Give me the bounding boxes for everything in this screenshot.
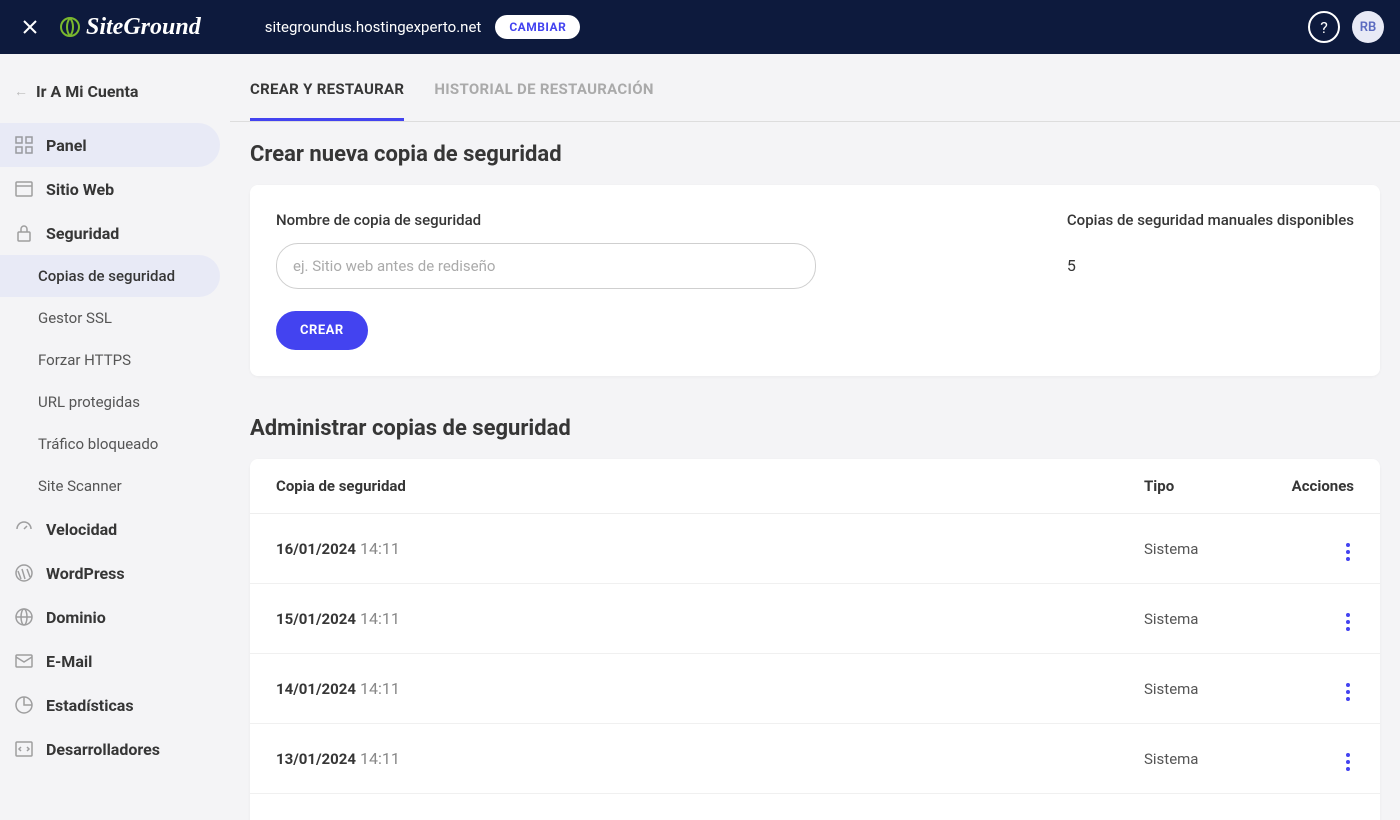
nav-label: Sitio Web — [46, 180, 114, 199]
grid-icon — [14, 135, 34, 155]
create-section-title: Crear nueva copia de seguridad — [250, 142, 1380, 167]
speed-icon — [14, 519, 34, 539]
more-actions-icon[interactable] — [1342, 609, 1354, 635]
backup-date: 13/01/2024 — [276, 750, 356, 768]
stats-icon — [14, 695, 34, 715]
table-row: 14/01/202414:11 Sistema — [250, 654, 1380, 724]
arrow-left-icon: ← — [14, 83, 28, 100]
sidebar: ← Ir A Mi Cuenta Panel Sitio Web Segurid… — [0, 54, 230, 820]
table-row: 13/01/202414:11 Sistema — [250, 724, 1380, 794]
nav-label: Desarrolladores — [46, 740, 160, 759]
avatar[interactable]: RB — [1352, 11, 1384, 43]
sidebar-sub-gestor-ssl[interactable]: Gestor SSL — [0, 297, 220, 339]
more-actions-icon[interactable] — [1342, 539, 1354, 565]
table-row: 16/01/202414:11 Sistema — [250, 514, 1380, 584]
table-header: Copia de seguridad Tipo Acciones — [250, 459, 1380, 514]
nav-label: Dominio — [46, 608, 106, 627]
table-row: 12/01/202414:11Sistema — [250, 794, 1380, 820]
backup-name-label: Nombre de copia de seguridad — [276, 211, 1007, 229]
backup-type: Sistema — [1144, 750, 1264, 768]
backup-type: Sistema — [1144, 610, 1264, 628]
sidebar-sub-forzar-https[interactable]: Forzar HTTPS — [0, 339, 220, 381]
sidebar-item-email[interactable]: E-Mail — [0, 639, 220, 683]
back-label: Ir A Mi Cuenta — [36, 82, 138, 101]
more-actions-icon[interactable] — [1342, 679, 1354, 705]
nav-label: Estadísticas — [46, 696, 134, 715]
backup-type: Sistema — [1144, 540, 1264, 558]
sidebar-item-desarrolladores[interactable]: Desarrolladores — [0, 727, 220, 771]
sidebar-sub-trafico-bloqueado[interactable]: Tráfico bloqueado — [0, 423, 220, 465]
nav-label: WordPress — [46, 564, 125, 583]
backup-time: 14:11 — [360, 679, 400, 698]
available-backups-label: Copias de seguridad manuales disponibles — [1067, 211, 1354, 229]
sidebar-sub-site-scanner[interactable]: Site Scanner — [0, 465, 220, 507]
change-site-button[interactable]: CAMBIAR — [495, 15, 580, 39]
sidebar-sub-copias[interactable]: Copias de seguridad — [0, 255, 220, 297]
back-to-account-link[interactable]: ← Ir A Mi Cuenta — [0, 74, 230, 109]
tabs: CREAR Y RESTAURAR HISTORIAL DE RESTAURAC… — [230, 58, 1400, 122]
sidebar-item-dominio[interactable]: Dominio — [0, 595, 220, 639]
col-type-header: Tipo — [1144, 477, 1264, 495]
tab-create-restore[interactable]: CREAR Y RESTAURAR — [250, 58, 404, 121]
sidebar-item-estadisticas[interactable]: Estadísticas — [0, 683, 220, 727]
backup-time: 14:11 — [360, 749, 400, 768]
more-actions-icon[interactable] — [1342, 749, 1354, 775]
sidebar-item-wordpress[interactable]: WordPress — [0, 551, 220, 595]
col-actions-header: Acciones — [1264, 477, 1354, 495]
nav-label: E-Mail — [46, 652, 92, 671]
browser-icon — [14, 179, 34, 199]
sidebar-item-seguridad[interactable]: Seguridad — [0, 211, 220, 255]
backup-time: 14:11 — [360, 609, 400, 628]
backup-date: 15/01/2024 — [276, 610, 356, 628]
col-backup-header: Copia de seguridad — [276, 477, 1144, 495]
table-row: 15/01/202414:11 Sistema — [250, 584, 1380, 654]
wordpress-icon — [14, 563, 34, 583]
backup-date: 16/01/2024 — [276, 540, 356, 558]
main-content: CREAR Y RESTAURAR HISTORIAL DE RESTAURAC… — [230, 54, 1400, 820]
create-backup-card: Nombre de copia de seguridad Copias de s… — [250, 185, 1380, 376]
sidebar-item-sitio-web[interactable]: Sitio Web — [0, 167, 220, 211]
create-button[interactable]: CREAR — [276, 311, 368, 350]
backup-time: 14:11 — [360, 539, 400, 558]
globe-icon — [14, 607, 34, 627]
topbar: SiteGround sitegroundus.hostingexperto.n… — [0, 0, 1400, 54]
lock-icon — [14, 223, 34, 243]
backup-type: Sistema — [1144, 680, 1264, 698]
siteground-logo: SiteGround — [58, 14, 201, 41]
backups-table: Copia de seguridad Tipo Acciones 16/01/2… — [250, 459, 1380, 820]
mail-icon — [14, 651, 34, 671]
sidebar-item-panel[interactable]: Panel — [0, 123, 220, 167]
sidebar-sub-url-protegidas[interactable]: URL protegidas — [0, 381, 220, 423]
sidebar-item-velocidad[interactable]: Velocidad — [0, 507, 220, 551]
nav-label: Seguridad — [46, 224, 119, 243]
available-backups-value: 5 — [1067, 243, 1354, 275]
code-icon — [14, 739, 34, 759]
manage-section-title: Administrar copias de seguridad — [250, 416, 1380, 441]
tab-history[interactable]: HISTORIAL DE RESTAURACIÓN — [434, 58, 653, 121]
nav-label: Velocidad — [46, 520, 117, 539]
close-icon[interactable] — [16, 13, 44, 41]
help-icon[interactable]: ? — [1308, 11, 1340, 43]
domain-url: sitegroundus.hostingexperto.net — [265, 18, 482, 36]
nav-label: Panel — [46, 136, 87, 155]
backup-name-input[interactable] — [276, 243, 816, 289]
backup-date: 14/01/2024 — [276, 680, 356, 698]
